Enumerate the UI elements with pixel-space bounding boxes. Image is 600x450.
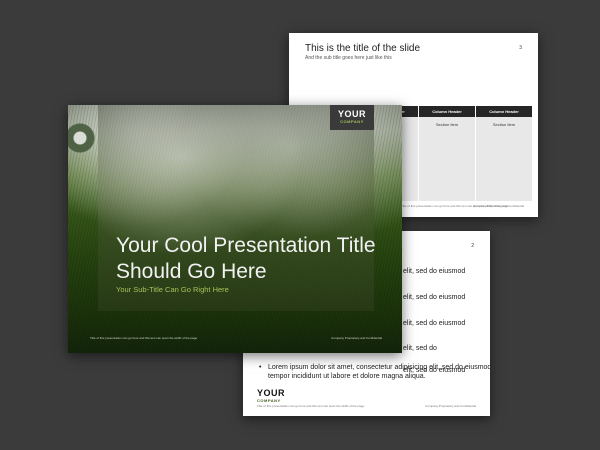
page-number: 3 <box>519 45 522 51</box>
company-logo: YOUR COMPANY <box>330 105 374 130</box>
title-line1: Your Cool Presentation Title <box>116 234 376 257</box>
table-cell: Section Item <box>476 117 533 201</box>
footer-confidential: Company Proprietary and Confidential <box>425 404 476 408</box>
footer-text: Title of this presentation can go here a… <box>90 336 198 340</box>
bullet-text: elit, sed do eiusmod <box>403 294 466 301</box>
bullet-text: tempor incididunt ut labore et dolore ma… <box>268 373 426 380</box>
footer-confidential: Company Proprietary and Confidential <box>331 336 382 340</box>
slide-title-preview[interactable]: YOUR COMPANY Your Cool Presentation Titl… <box>68 105 402 353</box>
bullet-text: elit, sed do eiusmod <box>403 320 466 327</box>
bullet-text: elit, sed do eiusmod <box>403 268 466 275</box>
column-header: Column Header <box>419 106 476 117</box>
tree-image <box>68 111 98 171</box>
page-number: 2 <box>471 243 474 249</box>
slide-title: This is the title of the slide <box>305 43 421 54</box>
logo-line2: COMPANY <box>257 398 281 403</box>
footer-confidential: Company Proprietary and Confidential <box>473 204 524 208</box>
bullet-text: Lorem ipsum dolor sit amet, consectetur … <box>268 364 490 371</box>
logo-line1: YOUR <box>337 109 366 119</box>
logo-line2: COMPANY <box>340 119 364 124</box>
bullet-text: elit, sed do <box>403 345 437 352</box>
presentation-subtitle: Your Sub-Title Can Go Right Here <box>116 285 229 294</box>
slide-subtitle: And the sub title goes here just like th… <box>305 55 392 61</box>
column-header: Column Header <box>476 106 533 117</box>
logo-line1: YOUR <box>257 388 286 398</box>
bullet-icon: • <box>259 364 262 371</box>
presentation-title: Your Cool Presentation Title Should Go H… <box>116 233 396 285</box>
table-cell: Section Item <box>419 117 476 201</box>
title-line2: Should Go Here <box>116 260 267 283</box>
company-logo: YOUR COMPANY <box>257 388 286 404</box>
footer-text: Title of this presentation can go here a… <box>257 404 365 408</box>
